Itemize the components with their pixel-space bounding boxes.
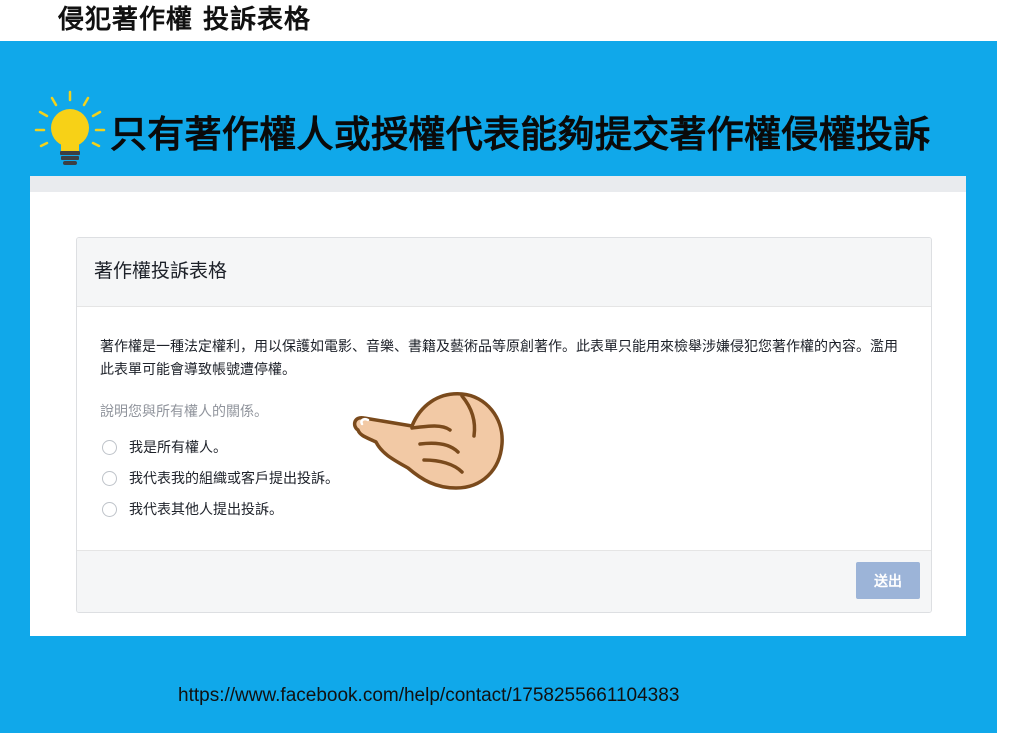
lightbulb-icon — [34, 90, 106, 165]
radio-button[interactable] — [102, 501, 117, 517]
radio-button[interactable] — [102, 470, 117, 486]
relationship-question: 說明您與所有權人的關係。 — [100, 404, 268, 420]
pointing-hand-icon — [352, 392, 504, 490]
form-intro: 著作權是一種法定權利，用以保護如電影、音樂、書籍及藝術品等原創著作。此表單只能用… — [100, 339, 898, 378]
submit-button[interactable]: 送出 — [856, 562, 920, 599]
option-someone-else[interactable]: 我代表其他人提出投訴。 — [102, 498, 283, 520]
option-owner[interactable]: 我是所有權人。 — [102, 436, 227, 458]
form-title: 著作權投訴表格 — [94, 260, 228, 282]
top-strip — [30, 176, 966, 192]
source-url: https://www.facebook.com/help/contact/17… — [178, 685, 680, 706]
page-title: 侵犯著作權 投訴表格 — [58, 5, 312, 35]
banner-text: 只有著作權人或授權代表能夠提交著作權侵權投訴 — [110, 113, 931, 156]
card-footer: 送出 — [77, 550, 931, 612]
option-label: 我代表我的組織或客戶提出投訴。 — [129, 471, 339, 487]
card-header: 著作權投訴表格 — [77, 238, 931, 307]
option-organization-client[interactable]: 我代表我的組織或客戶提出投訴。 — [102, 467, 339, 489]
radio-button[interactable] — [102, 439, 117, 455]
option-label: 我代表其他人提出投訴。 — [129, 502, 283, 518]
option-label: 我是所有權人。 — [129, 440, 227, 456]
